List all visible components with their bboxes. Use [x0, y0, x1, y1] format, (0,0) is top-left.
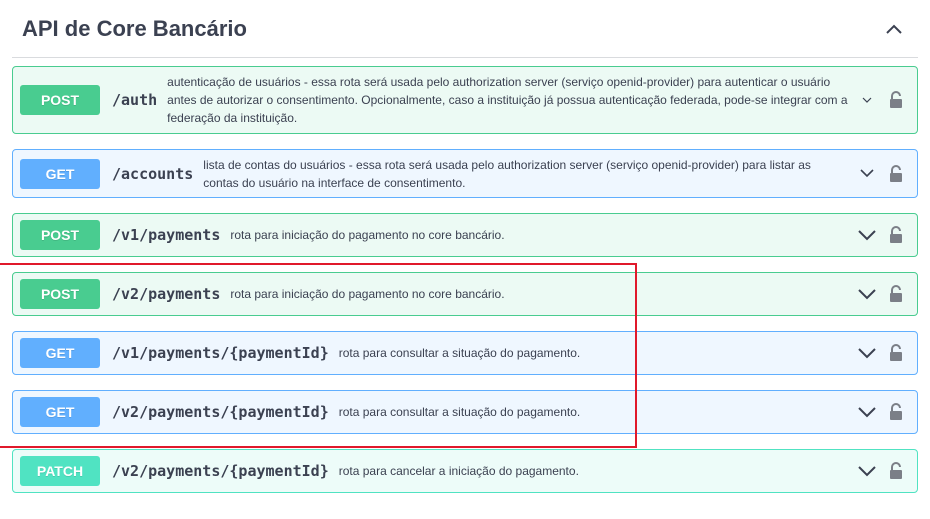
operation-summary: rota para iniciação do pagamento no core…: [230, 228, 505, 242]
operation-path: /v2/payments/{paymentId}: [112, 462, 329, 480]
operation-summary: rota para cancelar a iniciação do pagame…: [338, 464, 579, 478]
chevron-up-icon[interactable]: [876, 11, 912, 47]
method-badge: POST: [20, 220, 100, 250]
operation-post-v2-payments[interactable]: POST /v2/payments rota para iniciação do…: [12, 272, 918, 316]
chevron-down-icon[interactable]: [855, 459, 879, 483]
lock-icon[interactable]: [885, 459, 907, 483]
operation-path: /v2/payments: [112, 285, 221, 303]
operation-summary: rota para consultar a situação do pagame…: [338, 346, 581, 360]
operation-path: /v2/payments/{paymentId}: [112, 403, 329, 421]
method-badge: GET: [20, 397, 100, 427]
chevron-down-icon[interactable]: [855, 282, 879, 306]
lock-icon[interactable]: [885, 223, 907, 247]
chevron-down-icon[interactable]: [855, 162, 879, 186]
operation-path: /v1/payments/{paymentId}: [112, 344, 329, 362]
method-badge: GET: [20, 338, 100, 368]
chevron-down-icon[interactable]: [855, 341, 879, 365]
operation-get-accounts[interactable]: GET /accounts lista de contas do usuário…: [12, 149, 918, 198]
lock-icon[interactable]: [885, 341, 907, 365]
lock-icon[interactable]: [885, 282, 907, 306]
method-badge: POST: [20, 279, 100, 309]
lock-icon[interactable]: [885, 88, 907, 112]
operation-get-v2-payment-by-id[interactable]: GET /v2/payments/{paymentId} rota para c…: [12, 390, 918, 434]
chevron-down-icon[interactable]: [855, 400, 879, 424]
section-header[interactable]: API de Core Bancário: [12, 0, 918, 58]
operation-get-v1-payment-by-id[interactable]: GET /v1/payments/{paymentId} rota para c…: [12, 331, 918, 375]
operation-summary: rota para consultar a situação do pagame…: [338, 405, 581, 419]
operation-path: /accounts: [112, 164, 194, 183]
operation-post-auth[interactable]: POST /auth autenticação de usuários - es…: [12, 66, 918, 134]
section-title: API de Core Bancário: [22, 15, 247, 41]
lock-icon[interactable]: [885, 400, 907, 424]
operation-summary: autenticação de usuários - essa rota ser…: [167, 75, 848, 125]
operation-patch-v2-payment-by-id[interactable]: PATCH /v2/payments/{paymentId} rota para…: [12, 449, 918, 493]
chevron-down-icon[interactable]: [855, 223, 879, 247]
method-badge: POST: [20, 85, 100, 115]
lock-icon[interactable]: [885, 162, 907, 186]
operation-path: /auth: [112, 91, 158, 109]
method-badge: PATCH: [20, 456, 100, 486]
method-badge: GET: [20, 158, 100, 189]
operation-path: /v1/payments: [112, 226, 221, 244]
operation-summary: rota para iniciação do pagamento no core…: [230, 287, 505, 301]
chevron-down-icon[interactable]: [855, 88, 879, 112]
operation-summary: lista de contas do usuários - essa rota …: [203, 157, 811, 190]
operation-post-v1-payments[interactable]: POST /v1/payments rota para iniciação do…: [12, 213, 918, 257]
